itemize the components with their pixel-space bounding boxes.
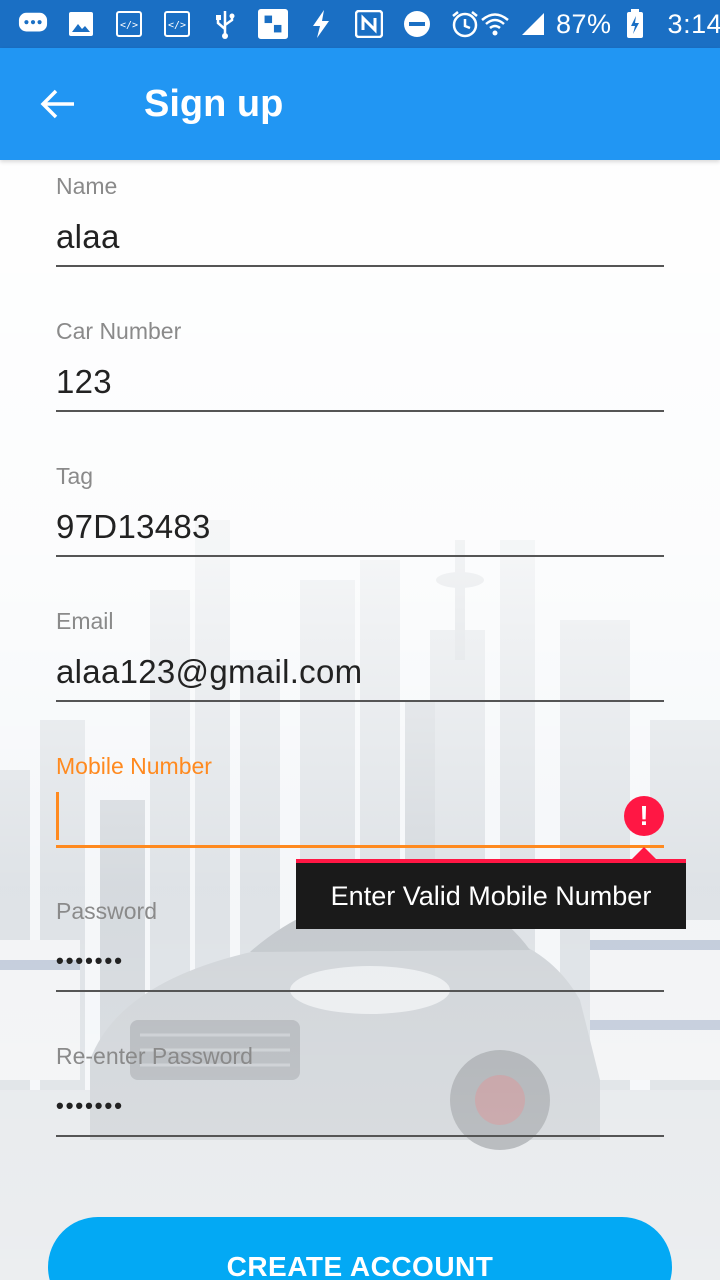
create-account-button[interactable]: CREATE ACCOUNT — [48, 1217, 672, 1280]
battery-percent: 87% — [556, 8, 612, 39]
svg-text:</>: </> — [120, 20, 138, 31]
reenter-password-input[interactable]: ••••••• — [56, 1093, 124, 1119]
email-input[interactable]: alaa123@gmail.com — [56, 653, 362, 691]
nfc-icon — [354, 9, 384, 39]
car-number-label: Car Number — [56, 318, 182, 344]
password-underline — [56, 990, 664, 992]
mobile-number-underline — [56, 845, 664, 848]
car-number-input[interactable]: 123 — [56, 363, 112, 401]
code-icon: </> — [114, 9, 144, 39]
screenshot-icon — [258, 9, 288, 39]
error-icon[interactable]: ! — [624, 796, 664, 836]
password-label: Password — [56, 898, 157, 924]
status-bar: </> </> 87% 3:14 — [0, 0, 720, 48]
error-message: Enter Valid Mobile Number — [330, 880, 652, 911]
usb-icon — [210, 9, 240, 39]
alarm-icon — [450, 9, 480, 39]
name-label: Name — [56, 173, 118, 199]
reenter-password-field[interactable]: Re-enter Password ••••••• — [56, 1030, 664, 1140]
page-title: Sign up — [144, 83, 284, 125]
email-field[interactable]: Email alaa123@gmail.com — [56, 595, 664, 705]
status-right: 87% 3:14 — [480, 9, 720, 40]
reenter-password-label: Re-enter Password — [56, 1043, 253, 1069]
mobile-number-label: Mobile Number — [56, 753, 212, 779]
reenter-password-underline — [56, 1135, 664, 1137]
status-time: 3:14 — [667, 8, 720, 39]
signal-icon — [518, 9, 548, 39]
app-bar: Sign up — [0, 48, 720, 160]
wifi-icon — [480, 9, 510, 39]
name-field[interactable]: Name alaa — [56, 160, 664, 270]
password-input[interactable]: ••••••• — [56, 948, 124, 974]
flash-icon — [306, 9, 336, 39]
svg-text:</>: </> — [168, 20, 186, 31]
arrow-left-icon — [40, 89, 74, 119]
tag-underline — [56, 555, 664, 557]
code-icon: </> — [162, 9, 192, 39]
back-button[interactable] — [30, 76, 86, 132]
battery-icon — [620, 9, 650, 39]
notification-icons: </> </> — [18, 9, 480, 39]
tag-input[interactable]: 97D13483 — [56, 508, 211, 546]
dnd-icon — [402, 9, 432, 39]
chat-icon — [18, 9, 48, 39]
car-number-underline — [56, 410, 664, 412]
tag-label: Tag — [56, 463, 94, 489]
mobile-number-field[interactable]: Mobile Number ! — [56, 740, 664, 860]
signup-screen: </> </> 87% 3:14 Sign up Name alaa Car N… — [0, 0, 720, 1280]
tag-field[interactable]: Tag 97D13483 — [56, 450, 664, 560]
email-underline — [56, 700, 664, 702]
car-number-field[interactable]: Car Number 123 — [56, 305, 664, 415]
error-popup: Enter Valid Mobile Number — [296, 859, 686, 929]
email-label: Email — [56, 608, 114, 634]
name-underline — [56, 265, 664, 267]
error-pointer — [632, 847, 656, 859]
text-cursor — [56, 792, 59, 840]
image-icon — [66, 9, 96, 39]
name-input[interactable]: alaa — [56, 218, 120, 256]
